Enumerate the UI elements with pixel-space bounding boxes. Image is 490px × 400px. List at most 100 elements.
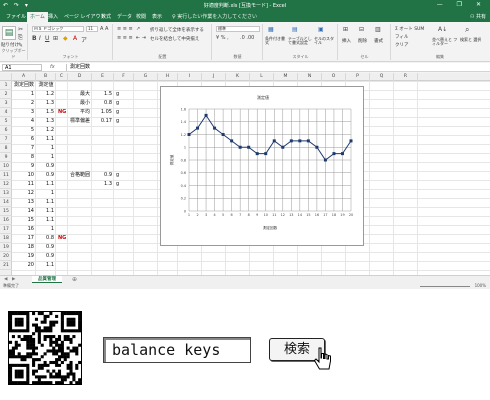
row-header[interactable]: 21 <box>0 261 12 270</box>
column-header[interactable]: J <box>202 73 226 81</box>
cell-value[interactable]: 0.9 <box>38 252 54 261</box>
cell-ng-flag[interactable]: NG <box>58 108 66 117</box>
cell-value[interactable]: 0.8 <box>38 234 54 243</box>
cell-count[interactable]: 17 <box>14 234 34 243</box>
worksheet[interactable]: ABCDEFGHIJKLMNOPQR 1 2 3 4 5 6 7 8 9 10 11 12 13 14 15… <box>0 73 490 275</box>
row-header[interactable]: 1 <box>0 81 12 90</box>
add-sheet-icon[interactable]: ⊕ <box>72 276 77 283</box>
row-header[interactable]: 10 <box>0 162 12 171</box>
orientation-icon[interactable]: ↗ <box>136 26 140 32</box>
tab-home[interactable]: ホーム <box>27 12 48 22</box>
copy-icon[interactable]: ⎘ <box>18 34 23 42</box>
clear-button[interactable]: クリア <box>395 42 409 48</box>
column-header[interactable]: N <box>298 73 322 81</box>
row-header[interactable]: 19 <box>0 243 12 252</box>
sort-filter-icon[interactable]: A↓ <box>438 26 447 33</box>
cell-value[interactable]: 1.3 <box>38 99 54 108</box>
sort-filter-button[interactable]: 並べ替えと フィルター <box>432 38 458 46</box>
column-header[interactable]: F <box>114 73 134 81</box>
cell-pass-range-low[interactable]: 0.9 <box>94 171 112 180</box>
cell-stat-value[interactable]: 0.8 <box>94 99 112 108</box>
cell-header-value[interactable]: 測定値 <box>38 81 54 90</box>
cell-stat-unit[interactable]: g <box>116 99 132 108</box>
row-header[interactable]: 17 <box>0 225 12 234</box>
cell-count[interactable]: 19 <box>14 252 34 261</box>
cell-count[interactable]: 2 <box>14 99 34 108</box>
cell-pass-range-high[interactable]: 1.3 <box>94 180 112 189</box>
tab-view[interactable]: 表示 <box>152 13 162 20</box>
row-header[interactable]: 14 <box>0 198 12 207</box>
cell-count[interactable]: 20 <box>14 261 34 270</box>
cell-value[interactable]: 1.1 <box>38 180 54 189</box>
cell-value[interactable]: 1.1 <box>38 198 54 207</box>
tab-review[interactable]: 校閲 <box>136 13 146 20</box>
fill-button[interactable]: フィル <box>395 34 408 40</box>
column-header[interactable]: K <box>226 73 250 81</box>
column-header[interactable]: B <box>36 73 56 81</box>
column-header[interactable]: P <box>346 73 370 81</box>
cell-stat-label[interactable]: 最大 <box>70 90 90 99</box>
cell-count[interactable]: 1 <box>14 90 34 99</box>
sheet-nav-prev-icon[interactable]: ◀ <box>4 277 7 282</box>
cell-style-button[interactable]: セルのスタイル <box>314 37 336 45</box>
autosum-button[interactable]: Σ オート SUM <box>395 26 424 32</box>
tab-insert[interactable]: 挿入 <box>48 13 58 20</box>
cell-value[interactable]: 1 <box>38 153 54 162</box>
fill-color-icon[interactable]: ◆ <box>63 35 68 42</box>
cell-value[interactable]: 1 <box>38 144 54 153</box>
cell-ng-flag[interactable]: NG <box>58 234 66 243</box>
cell-count[interactable]: 11 <box>14 180 34 189</box>
column-header[interactable]: A <box>12 73 36 81</box>
cell-count[interactable]: 16 <box>14 225 34 234</box>
row-header[interactable]: 2 <box>0 90 12 99</box>
cell-value[interactable]: 1.2 <box>38 126 54 135</box>
cell-count[interactable]: 9 <box>14 162 34 171</box>
format-as-table-icon[interactable]: ▤ <box>292 26 298 33</box>
search-input[interactable]: balance keys <box>103 337 251 363</box>
cell-value[interactable]: 1 <box>38 189 54 198</box>
cell-value[interactable]: 0.9 <box>38 162 54 171</box>
cell-stat-label[interactable]: 平均 <box>70 108 90 117</box>
cell-stat-label[interactable]: 標準偏差 <box>70 117 90 126</box>
format-as-table-button[interactable]: テーブルとして書式設定 <box>288 37 312 45</box>
number-format-select[interactable]: 標準 <box>216 26 260 32</box>
grow-font-icon[interactable]: A A <box>100 26 108 32</box>
cell-header-count[interactable]: 測定回数 <box>14 81 34 90</box>
column-header[interactable]: M <box>274 73 298 81</box>
row-header[interactable]: 11 <box>0 171 12 180</box>
row-header[interactable]: 15 <box>0 207 12 216</box>
cell-count[interactable]: 6 <box>14 135 34 144</box>
conditional-format-button[interactable]: 条件付き書式 <box>265 37 287 45</box>
row-header[interactable]: 16 <box>0 216 12 225</box>
cell-style-icon[interactable]: ▣ <box>318 26 324 33</box>
row-header[interactable]: 9 <box>0 153 12 162</box>
find-icon[interactable]: ⌕ <box>465 25 469 35</box>
row-header[interactable]: 12 <box>0 180 12 189</box>
cell-value[interactable]: 1.1 <box>38 216 54 225</box>
row-header[interactable]: 5 <box>0 117 12 126</box>
cell-stat-unit[interactable]: g <box>116 108 132 117</box>
column-header[interactable]: G <box>134 73 158 81</box>
line-chart[interactable]: 測定値 0 0.2 0.4 0.6 0.8 1 1.2 1.4 1.6 1 2 3 4 5 6 7 8 9 10 11 1… <box>160 86 364 246</box>
wrap-text-button[interactable]: 折り返して全体を表示する <box>150 27 204 33</box>
cell-stat-label[interactable]: 最小 <box>70 99 90 108</box>
column-header[interactable]: H <box>158 73 178 81</box>
cell-pass-range-label[interactable]: 合格範囲 <box>70 171 90 180</box>
cell-count[interactable]: 10 <box>14 171 34 180</box>
cell-pass-range-low-unit[interactable]: g <box>116 171 132 180</box>
cell-value[interactable]: 1.2 <box>38 90 54 99</box>
paste-icon[interactable]: ▤ <box>2 26 16 40</box>
tab-page-layout[interactable]: ページ レイアウト <box>64 13 106 20</box>
row-header[interactable]: 18 <box>0 234 12 243</box>
cut-icon[interactable]: ✂ <box>18 26 23 33</box>
cell-count[interactable]: 4 <box>14 117 34 126</box>
cell-value[interactable]: 0.9 <box>38 171 54 180</box>
cell-value[interactable]: 1 <box>38 225 54 234</box>
tab-file[interactable]: ファイル <box>6 13 26 20</box>
insert-cells-icon[interactable]: ⊞ <box>343 26 348 33</box>
row-header[interactable]: 8 <box>0 144 12 153</box>
row-header[interactable]: 20 <box>0 252 12 261</box>
italic-icon[interactable]: I <box>39 35 41 42</box>
format-cells-button[interactable]: 書式 <box>374 38 383 44</box>
column-header[interactable]: C <box>56 73 68 81</box>
